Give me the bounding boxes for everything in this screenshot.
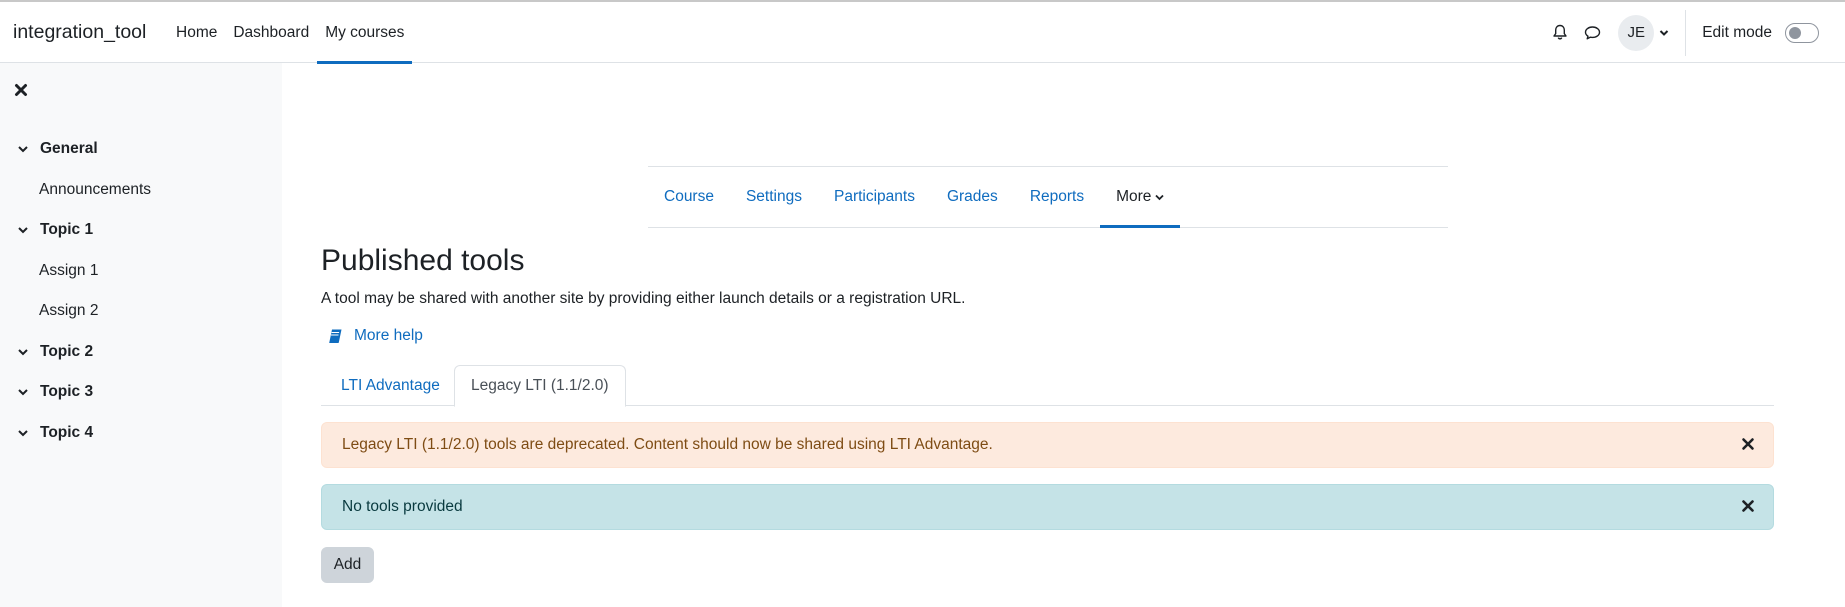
section-title: Topic 3 bbox=[40, 383, 94, 401]
section-title: General bbox=[40, 140, 98, 158]
dismiss-alert-button[interactable] bbox=[1741, 437, 1757, 453]
chevron-down-icon[interactable] bbox=[16, 426, 30, 440]
section-title: Topic 4 bbox=[40, 423, 94, 441]
deprecation-alert-text: Legacy LTI (1.1/2.0) tools are deprecate… bbox=[342, 436, 993, 453]
section-title: Topic 2 bbox=[40, 342, 94, 360]
navbar-user-area: JE Edit mode bbox=[1544, 2, 1845, 63]
tab-more-label: More bbox=[1116, 188, 1152, 205]
lti-version-tabs: LTI Advantage Legacy LTI (1.1/2.0) bbox=[321, 365, 1774, 407]
tab-course[interactable]: Course bbox=[648, 167, 730, 227]
course-section-topic-2[interactable]: Topic 2 bbox=[0, 332, 282, 373]
site-brand[interactable]: integration_tool bbox=[13, 21, 146, 44]
dismiss-alert-button[interactable] bbox=[1741, 499, 1757, 515]
messages-button[interactable] bbox=[1576, 17, 1608, 49]
course-index-drawer: General Announcements Topic 1 Assign 1 A… bbox=[0, 63, 282, 607]
course-section-topic-3[interactable]: Topic 3 bbox=[0, 372, 282, 413]
close-icon bbox=[1742, 500, 1754, 512]
tab-grades[interactable]: Grades bbox=[931, 167, 1014, 227]
close-icon bbox=[1742, 438, 1754, 450]
section-title: Topic 1 bbox=[40, 221, 94, 239]
nav-home[interactable]: Home bbox=[168, 2, 225, 63]
more-help-label: More help bbox=[354, 327, 423, 344]
chevron-down-icon[interactable] bbox=[16, 385, 30, 399]
no-tools-alert-text: No tools provided bbox=[342, 498, 463, 515]
more-help-link[interactable]: More help bbox=[328, 327, 423, 345]
add-button[interactable]: Add bbox=[321, 547, 374, 583]
nav-dashboard[interactable]: Dashboard bbox=[225, 2, 317, 63]
edit-mode-switch[interactable] bbox=[1785, 22, 1819, 43]
book-icon bbox=[329, 329, 342, 343]
tab-lti-advantage[interactable]: LTI Advantage bbox=[325, 365, 456, 406]
course-item-announcements[interactable]: Announcements bbox=[0, 170, 282, 211]
close-icon bbox=[15, 84, 27, 96]
edit-mode-label: Edit mode bbox=[1702, 23, 1772, 41]
primary-navigation: Home Dashboard My courses bbox=[168, 2, 413, 64]
edit-mode-toggle[interactable]: Edit mode bbox=[1686, 22, 1845, 43]
chevron-down-icon bbox=[1155, 194, 1165, 200]
avatar: JE bbox=[1618, 14, 1655, 51]
course-section-topic-4[interactable]: Topic 4 bbox=[0, 413, 282, 454]
nav-my-courses[interactable]: My courses bbox=[317, 2, 413, 64]
chevron-down-icon[interactable] bbox=[16, 223, 30, 237]
course-item-assign-1[interactable]: Assign 1 bbox=[0, 251, 282, 292]
course-section-topic-1[interactable]: Topic 1 bbox=[0, 210, 282, 251]
chevron-down-icon[interactable] bbox=[16, 345, 30, 359]
notifications-button[interactable] bbox=[1544, 17, 1576, 49]
course-index: General Announcements Topic 1 Assign 1 A… bbox=[0, 129, 282, 453]
user-menu-toggle[interactable]: JE bbox=[1618, 14, 1669, 51]
close-drawer-button[interactable] bbox=[14, 83, 32, 101]
secondary-navigation: Course Settings Participants Grades Repo… bbox=[648, 166, 1448, 228]
chevron-down-icon bbox=[1659, 29, 1669, 36]
bell-icon bbox=[1553, 24, 1567, 40]
chevron-down-icon[interactable] bbox=[16, 142, 30, 156]
tab-more[interactable]: More bbox=[1100, 167, 1181, 228]
tab-reports[interactable]: Reports bbox=[1014, 167, 1100, 227]
top-navbar: integration_tool Home Dashboard My cours… bbox=[0, 0, 1845, 64]
page-description: A tool may be shared with another site b… bbox=[321, 290, 966, 307]
tab-legacy-lti[interactable]: Legacy LTI (1.1/2.0) bbox=[454, 365, 626, 407]
page-title: Published tools bbox=[321, 244, 525, 277]
course-item-assign-2[interactable]: Assign 2 bbox=[0, 291, 282, 332]
deprecation-alert: Legacy LTI (1.1/2.0) tools are deprecate… bbox=[321, 422, 1774, 468]
chat-icon bbox=[1584, 25, 1600, 39]
no-tools-alert: No tools provided bbox=[321, 484, 1774, 530]
tab-participants[interactable]: Participants bbox=[818, 167, 931, 227]
course-section-general[interactable]: General bbox=[0, 129, 282, 170]
tab-settings[interactable]: Settings bbox=[730, 167, 818, 227]
